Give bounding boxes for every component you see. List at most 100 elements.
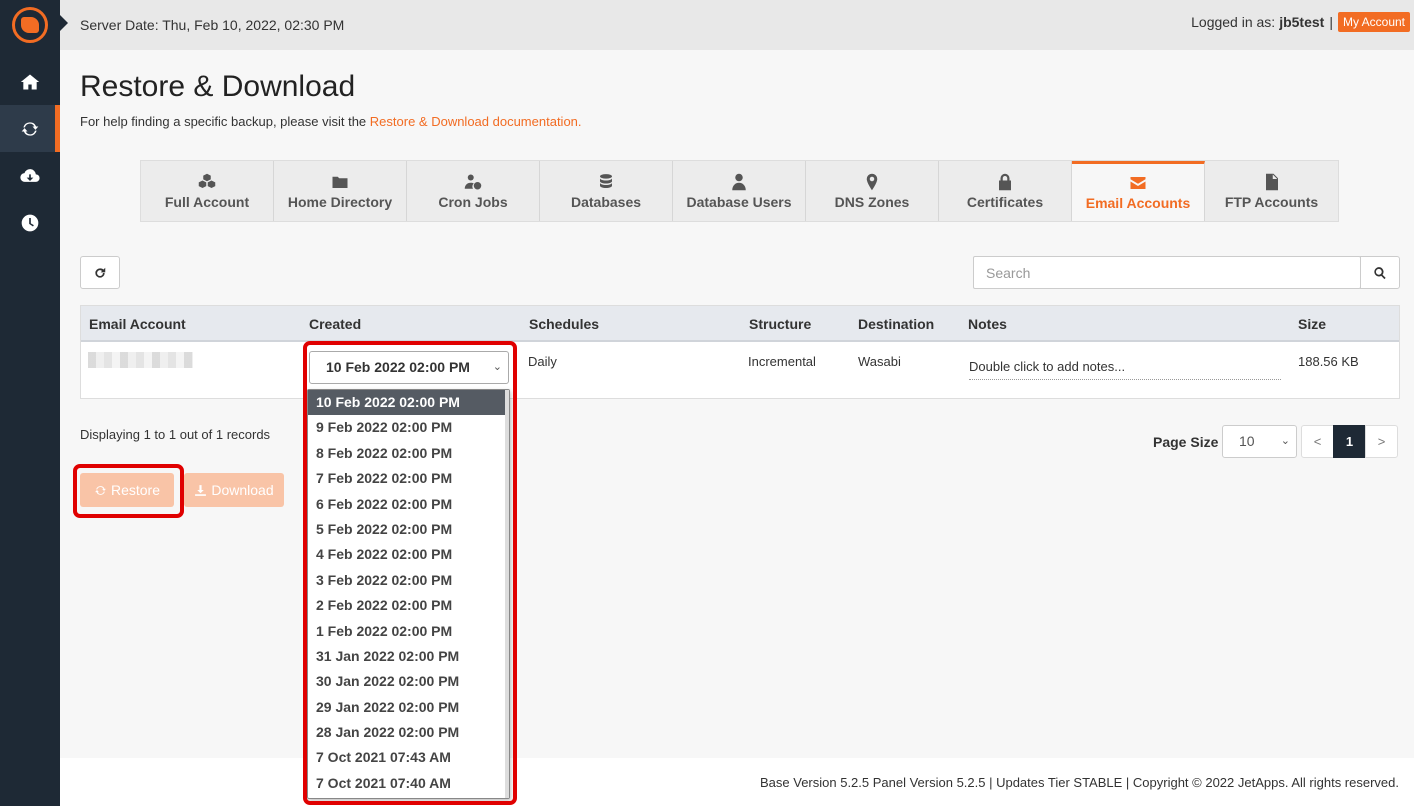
tab-databases[interactable]: Databases bbox=[540, 161, 673, 221]
schedules-cell: Daily bbox=[528, 354, 557, 369]
database-icon bbox=[600, 173, 612, 188]
page-size-select[interactable]: 10 ⌄ bbox=[1222, 425, 1297, 458]
dropdown-option[interactable]: 29 Jan 2022 02:00 PM bbox=[308, 695, 509, 720]
envelope-icon bbox=[1130, 177, 1146, 189]
dropdown-option[interactable]: 6 Feb 2022 02:00 PM bbox=[308, 492, 509, 517]
sidebar-item-queue[interactable] bbox=[0, 199, 60, 246]
dropdown-option[interactable]: 5 Feb 2022 02:00 PM bbox=[308, 517, 509, 542]
page-1-button[interactable]: 1 bbox=[1333, 425, 1366, 458]
download-button[interactable]: Download bbox=[184, 473, 284, 507]
refresh-icon bbox=[21, 121, 39, 136]
sidebar-item-restore[interactable] bbox=[0, 105, 60, 152]
tab-certificates[interactable]: Certificates bbox=[939, 161, 1072, 221]
dropdown-option[interactable]: 7 Oct 2021 07:40 AM bbox=[308, 771, 509, 796]
lock-icon bbox=[999, 173, 1011, 190]
header-size[interactable]: Size bbox=[1298, 316, 1326, 332]
backups-table: Email Account Created Schedules Structur… bbox=[80, 305, 1400, 399]
dropdown-option[interactable]: 10 Feb 2022 02:00 PM bbox=[308, 390, 509, 416]
backup-type-tabs: Full Account Home Directory Cron Jobs Da… bbox=[140, 160, 1339, 222]
tab-ftp-accounts[interactable]: FTP Accounts bbox=[1205, 161, 1338, 221]
notes-cell[interactable]: Double click to add notes... bbox=[969, 359, 1281, 380]
tab-label: DNS Zones bbox=[834, 193, 910, 210]
created-select[interactable]: 10 Feb 2022 02:00 PM ⌄ bbox=[309, 351, 509, 384]
records-info: Displaying 1 to 1 out of 1 records bbox=[80, 427, 271, 442]
dropdown-option[interactable]: 2 Feb 2022 02:00 PM bbox=[308, 593, 509, 618]
server-date: Server Date: Thu, Feb 10, 2022, 02:30 PM bbox=[80, 17, 345, 33]
tab-cron-jobs[interactable]: Cron Jobs bbox=[407, 161, 540, 221]
tab-label: Home Directory bbox=[287, 193, 393, 210]
top-bar: Server Date: Thu, Feb 10, 2022, 02:30 PM… bbox=[60, 0, 1414, 50]
size-cell: 188.56 KB bbox=[1298, 354, 1359, 369]
next-page-button[interactable]: > bbox=[1365, 425, 1398, 458]
footer: Base Version 5.2.5 Panel Version 5.2.5 |… bbox=[60, 758, 1414, 806]
tab-database-users[interactable]: Database Users bbox=[673, 161, 806, 221]
user-clock-icon bbox=[464, 174, 482, 189]
footer-text: Base Version 5.2.5 Panel Version 5.2.5 |… bbox=[760, 775, 1399, 790]
topbar-separator: | bbox=[1329, 14, 1333, 30]
dropdown-option[interactable]: 7 Feb 2022 02:00 PM bbox=[308, 466, 509, 491]
dropdown-option[interactable]: 1 Feb 2022 02:00 PM bbox=[308, 619, 509, 644]
refresh-button[interactable] bbox=[80, 256, 120, 289]
help-prefix: For help finding a specific backup, plea… bbox=[80, 114, 370, 129]
header-destination[interactable]: Destination bbox=[858, 316, 934, 332]
header-schedules[interactable]: Schedules bbox=[529, 316, 599, 332]
search-button[interactable] bbox=[1360, 256, 1400, 289]
header-notes[interactable]: Notes bbox=[968, 316, 1007, 332]
header-created[interactable]: Created bbox=[309, 316, 361, 332]
pagination: < 1 > bbox=[1301, 425, 1398, 458]
search-field[interactable] bbox=[973, 256, 1361, 289]
sidebar-item-home[interactable] bbox=[0, 58, 60, 105]
dropdown-option[interactable]: 7 Oct 2021 07:43 AM bbox=[308, 745, 509, 770]
tab-label: Cron Jobs bbox=[438, 193, 508, 210]
dropdown-option[interactable]: 28 Jan 2022 02:00 PM bbox=[308, 720, 509, 745]
help-text: For help finding a specific backup, plea… bbox=[80, 114, 582, 129]
header-structure[interactable]: Structure bbox=[749, 316, 811, 332]
tab-label: Full Account bbox=[164, 193, 250, 210]
restore-label: Restore bbox=[110, 482, 161, 498]
cubes-icon bbox=[198, 173, 216, 188]
cloud-download-icon bbox=[20, 168, 40, 182]
dropdown-scrollbar[interactable] bbox=[505, 390, 509, 798]
tab-dns-zones[interactable]: DNS Zones bbox=[806, 161, 939, 221]
refresh-icon bbox=[95, 267, 106, 278]
documentation-link[interactable]: Restore & Download documentation. bbox=[370, 114, 582, 129]
file-icon bbox=[1265, 173, 1278, 190]
tab-label: FTP Accounts bbox=[1224, 193, 1319, 210]
structure-cell: Incremental bbox=[748, 354, 816, 369]
dropdown-option[interactable]: 30 Jan 2022 02:00 PM bbox=[308, 669, 509, 694]
dropdown-option[interactable]: 9 Feb 2022 02:00 PM bbox=[308, 415, 509, 440]
dropdown-option[interactable]: 31 Jan 2022 02:00 PM bbox=[308, 644, 509, 669]
logo-icon bbox=[12, 7, 48, 43]
destination-cell: Wasabi bbox=[858, 354, 901, 369]
search-input[interactable] bbox=[974, 257, 1361, 288]
chevron-down-icon: ⌄ bbox=[1280, 435, 1290, 447]
page-size-value: 10 bbox=[1239, 433, 1255, 449]
dropdown-option[interactable]: 8 Feb 2022 02:00 PM bbox=[308, 441, 509, 466]
folder-icon bbox=[332, 176, 348, 188]
sidebar-item-download[interactable] bbox=[0, 152, 60, 199]
jetbackup-logo[interactable] bbox=[0, 0, 60, 50]
table-row[interactable]: 10 Feb 2022 02:00 PM ⌄ Daily Incremental… bbox=[81, 342, 1399, 398]
header-email-account[interactable]: Email Account bbox=[89, 316, 186, 332]
username: jb5test bbox=[1279, 14, 1325, 30]
map-marker-icon bbox=[866, 173, 878, 190]
tab-label: Databases bbox=[570, 193, 642, 210]
dropdown-option[interactable]: 4 Feb 2022 02:00 PM bbox=[308, 542, 509, 567]
download-label: Download bbox=[211, 482, 274, 498]
prev-page-button[interactable]: < bbox=[1301, 425, 1334, 458]
user-tie-icon bbox=[732, 173, 746, 190]
my-account-button[interactable]: My Account bbox=[1337, 12, 1410, 32]
dropdown-option[interactable]: 3 Feb 2022 02:00 PM bbox=[308, 568, 509, 593]
tab-full-account[interactable]: Full Account bbox=[141, 161, 274, 221]
restore-button[interactable]: Restore bbox=[80, 473, 174, 507]
tab-label: Database Users bbox=[686, 193, 792, 210]
tab-label: Certificates bbox=[966, 193, 1044, 210]
page-title: Restore & Download bbox=[80, 70, 356, 103]
tab-home-directory[interactable]: Home Directory bbox=[274, 161, 407, 221]
sidebar bbox=[0, 0, 60, 806]
tab-email-accounts[interactable]: Email Accounts bbox=[1072, 161, 1205, 221]
search-icon bbox=[1374, 266, 1386, 279]
download-icon bbox=[195, 484, 207, 496]
main-content: Restore & Download For help finding a sp… bbox=[60, 50, 1414, 758]
created-dropdown-list: 10 Feb 2022 02:00 PM 9 Feb 2022 02:00 PM… bbox=[307, 389, 510, 799]
